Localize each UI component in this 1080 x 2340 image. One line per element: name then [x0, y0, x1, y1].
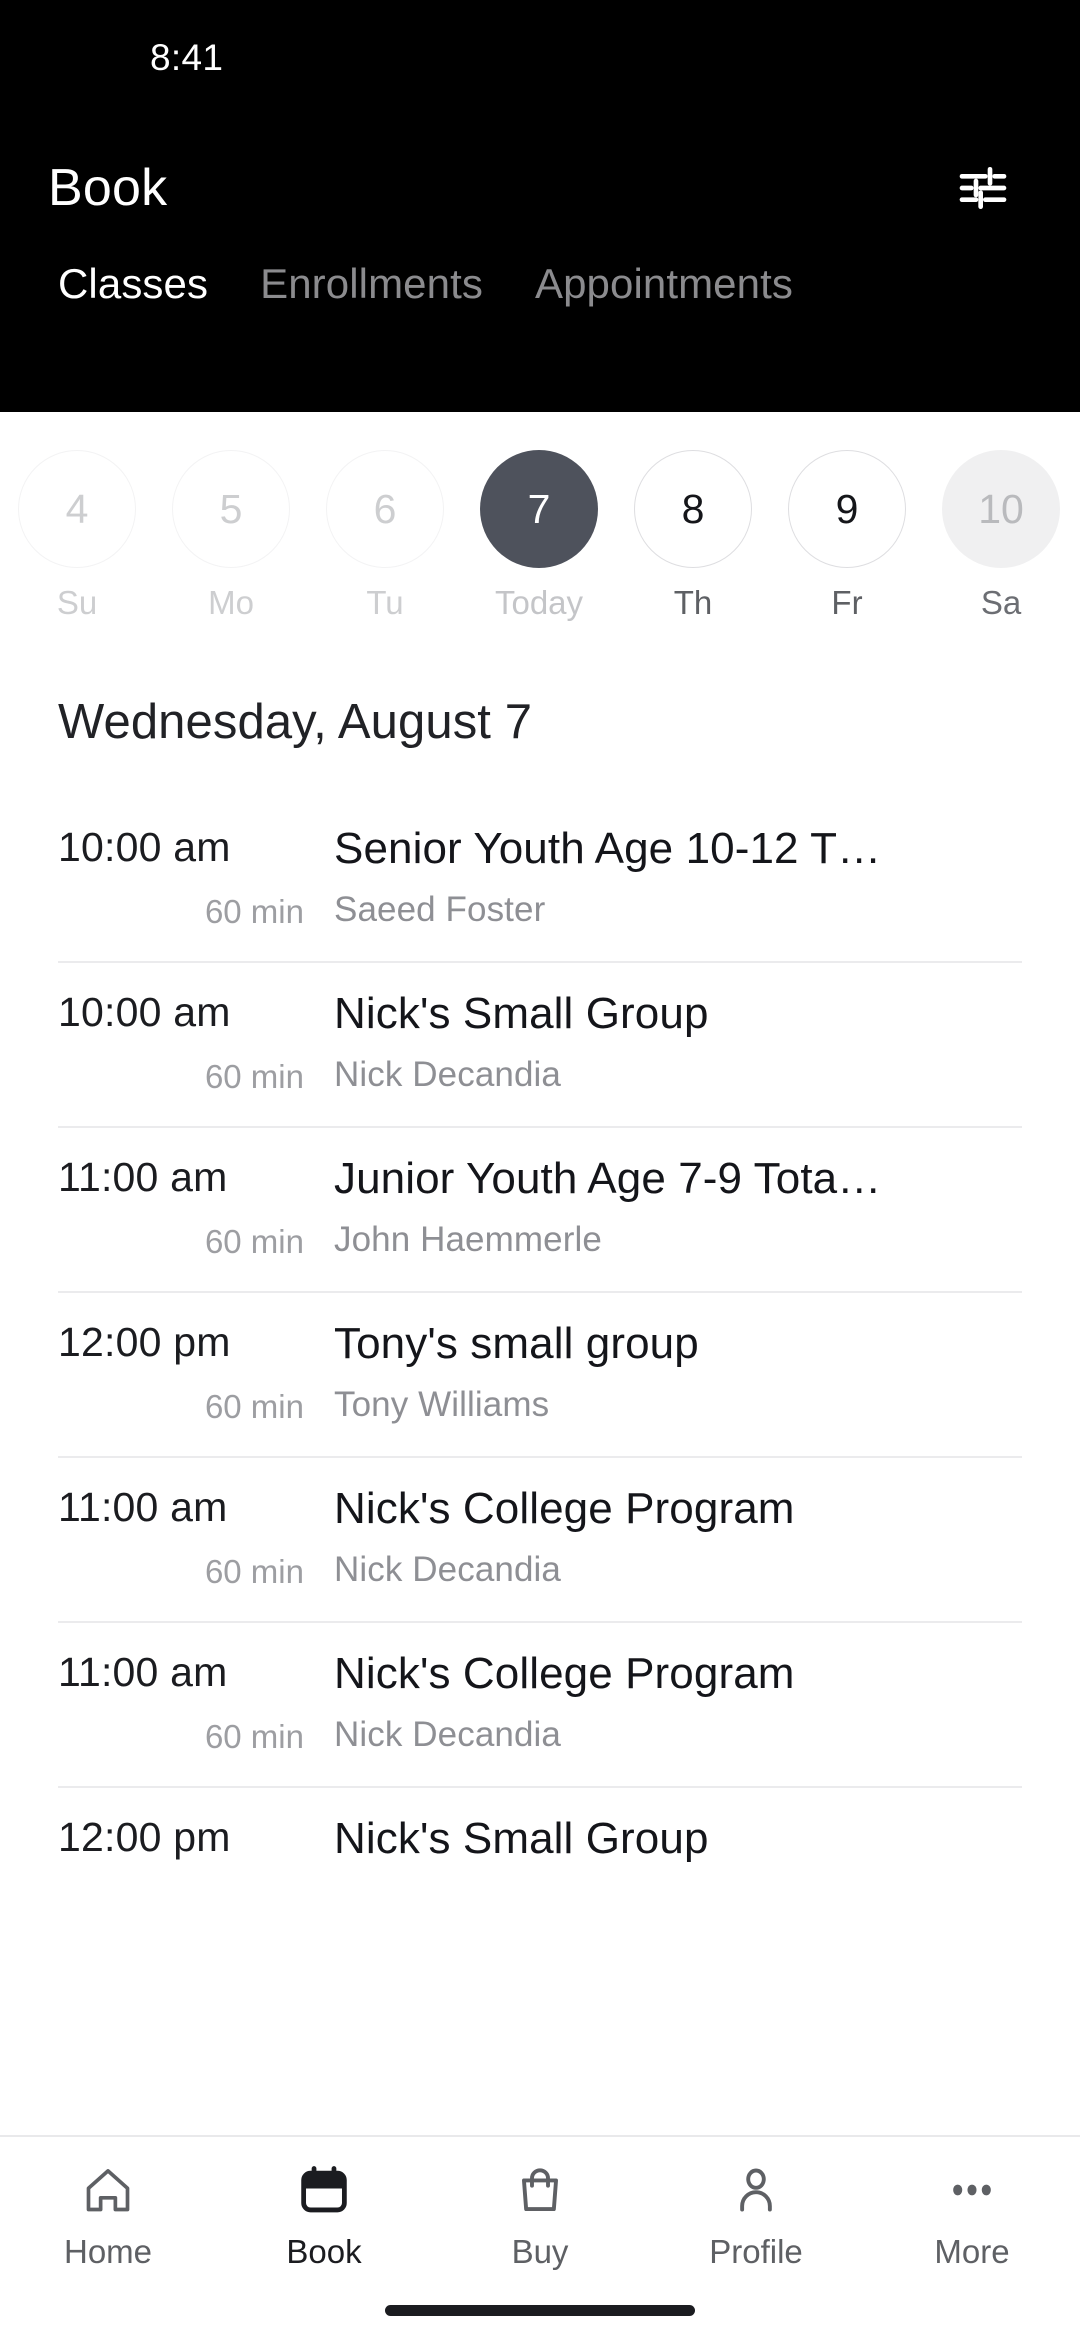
- class-row[interactable]: 12:00 pm 60 min Tony's small group Tony …: [58, 1293, 1022, 1458]
- class-start-time: 11:00 am: [58, 1649, 228, 1695]
- date-weekday-label: Today: [494, 584, 584, 621]
- nav-label: Book: [286, 2233, 362, 2270]
- nav-item-profile[interactable]: Profile: [648, 2157, 864, 2271]
- class-start-time: 12:00 pm: [58, 1319, 231, 1365]
- class-title: Nick's Small Group: [334, 1814, 709, 1863]
- class-row[interactable]: 12:00 pm Nick's Small Group: [58, 1788, 1022, 1913]
- class-time-block: 12:00 pm 60 min: [58, 1319, 324, 1426]
- class-time-block: 11:00 am 60 min: [58, 1484, 324, 1591]
- class-info-block: Junior Youth Age 7-9 Tota… John Haemmerl…: [324, 1154, 1022, 1261]
- class-info-block: Nick's College Program Nick Decandia: [324, 1649, 1022, 1756]
- class-teacher: Nick Decandia: [334, 1715, 561, 1754]
- date-circle[interactable]: 9: [788, 450, 906, 568]
- date-cell-10[interactable]: 10 Sa: [924, 450, 1078, 622]
- bag-icon: [514, 2157, 566, 2223]
- title-bar: Book: [0, 115, 1080, 260]
- class-info-block: Nick's Small Group: [324, 1814, 1022, 1883]
- class-row[interactable]: 11:00 am 60 min Nick's College Program N…: [58, 1623, 1022, 1788]
- date-strip[interactable]: 4 Su 5 Mo 6 Tu 7 Today 8 Th 9 Fr 10 Sa: [0, 412, 1080, 632]
- class-time-block: 11:00 am 60 min: [58, 1649, 324, 1756]
- date-circle[interactable]: 8: [634, 450, 752, 568]
- nav-item-buy[interactable]: Buy: [432, 2157, 648, 2271]
- class-duration: 60 min: [204, 1553, 304, 1590]
- date-cell-5[interactable]: 5 Mo: [154, 450, 308, 622]
- class-title: Nick's College Program: [334, 1484, 795, 1533]
- class-time-block: 11:00 am 60 min: [58, 1154, 324, 1261]
- person-icon: [730, 2157, 782, 2223]
- date-cell-6[interactable]: 6 Tu: [308, 450, 462, 622]
- date-cell-8[interactable]: 8 Th: [616, 450, 770, 622]
- status-bar: 8:41: [0, 0, 1080, 115]
- status-bar-time: 8:41: [150, 36, 224, 78]
- nav-item-book[interactable]: Book: [216, 2157, 432, 2271]
- class-duration: 60 min: [204, 1223, 304, 1260]
- class-duration: 60 min: [204, 1058, 304, 1095]
- class-start-time: 11:00 am: [58, 1154, 228, 1200]
- class-info-block: Nick's College Program Nick Decandia: [324, 1484, 1022, 1591]
- tab-bar: Classes Enrollments Appointments: [0, 260, 1080, 308]
- date-cell-4[interactable]: 4 Su: [0, 450, 154, 622]
- date-circle[interactable]: 5: [172, 450, 290, 568]
- date-circle[interactable]: 4: [18, 450, 136, 568]
- class-duration: 60 min: [204, 893, 304, 930]
- class-teacher: Nick Decandia: [334, 1550, 561, 1589]
- class-teacher: Nick Decandia: [334, 1055, 561, 1094]
- date-circle-selected[interactable]: 7: [480, 450, 598, 568]
- class-title: Junior Youth Age 7-9 Tota…: [334, 1154, 882, 1203]
- class-list: 10:00 am 60 min Senior Youth Age 10-12 T…: [0, 798, 1080, 1913]
- date-circle[interactable]: 10: [942, 450, 1060, 568]
- page-title: Book: [48, 158, 168, 217]
- tab-enrollments[interactable]: Enrollments: [234, 260, 509, 308]
- day-heading: Wednesday, August 7: [58, 695, 533, 749]
- nav-label: More: [934, 2233, 1010, 2270]
- date-weekday-label: Sa: [980, 584, 1022, 621]
- home-indicator: [385, 2305, 695, 2316]
- nav-label: Profile: [709, 2233, 803, 2270]
- class-row[interactable]: 10:00 am 60 min Senior Youth Age 10-12 T…: [58, 798, 1022, 963]
- date-weekday-label: Fr: [831, 584, 863, 621]
- class-start-time: 10:00 am: [58, 824, 231, 870]
- tab-classes[interactable]: Classes: [32, 260, 234, 308]
- date-weekday-label: Th: [673, 584, 713, 621]
- class-time-block: 12:00 pm: [58, 1814, 324, 1883]
- tab-appointments[interactable]: Appointments: [509, 260, 819, 308]
- date-weekday-label: Tu: [366, 584, 404, 621]
- class-title: Tony's small group: [334, 1319, 699, 1368]
- class-duration: 60 min: [204, 1388, 304, 1425]
- class-start-time: 12:00 pm: [58, 1814, 231, 1860]
- date-weekday-label: Mo: [208, 584, 254, 621]
- nav-item-home[interactable]: Home: [0, 2157, 216, 2271]
- class-title: Nick's College Program: [334, 1649, 795, 1698]
- class-title: Nick's Small Group: [334, 989, 709, 1038]
- class-info-block: Nick's Small Group Nick Decandia: [324, 989, 1022, 1096]
- class-info-block: Tony's small group Tony Williams: [324, 1319, 1022, 1426]
- class-title: Senior Youth Age 10-12 T…: [334, 824, 882, 873]
- class-start-time: 11:00 am: [58, 1484, 228, 1530]
- sliders-icon[interactable]: [946, 151, 1020, 225]
- class-info-block: Senior Youth Age 10-12 T… Saeed Foster: [324, 824, 1022, 931]
- class-time-block: 10:00 am 60 min: [58, 989, 324, 1096]
- nav-label: Buy: [511, 2233, 569, 2270]
- dots-icon: [946, 2157, 998, 2223]
- class-teacher: Tony Williams: [334, 1385, 550, 1424]
- date-weekday-label: Su: [56, 584, 98, 621]
- date-circle[interactable]: 6: [326, 450, 444, 568]
- nav-label: Home: [63, 2233, 153, 2270]
- nav-item-more[interactable]: More: [864, 2157, 1080, 2271]
- date-cell-9[interactable]: 9 Fr: [770, 450, 924, 622]
- date-cell-7-today[interactable]: 7 Today: [462, 450, 616, 622]
- class-start-time: 10:00 am: [58, 989, 231, 1035]
- class-row[interactable]: 11:00 am 60 min Junior Youth Age 7-9 Tot…: [58, 1128, 1022, 1293]
- app-header: 8:41 Book Classes Enrollments Appointmen…: [0, 0, 1080, 412]
- class-row[interactable]: 11:00 am 60 min Nick's College Program N…: [58, 1458, 1022, 1623]
- class-row[interactable]: 10:00 am 60 min Nick's Small Group Nick …: [58, 963, 1022, 1128]
- class-teacher: John Haemmerle: [334, 1220, 602, 1259]
- home-icon: [82, 2157, 134, 2223]
- bottom-navigation: Home Book Buy Profile More: [0, 2135, 1080, 2340]
- class-teacher: Saeed Foster: [334, 890, 546, 929]
- class-time-block: 10:00 am 60 min: [58, 824, 324, 931]
- class-duration: 60 min: [204, 1718, 304, 1755]
- calendar-icon: [298, 2157, 350, 2223]
